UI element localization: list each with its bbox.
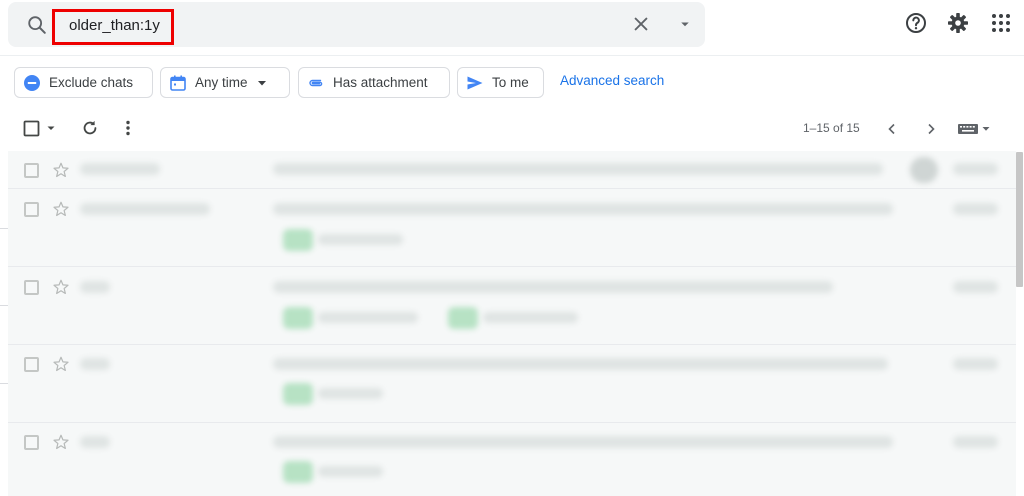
blurred-attachment-name xyxy=(318,388,383,399)
caret-down-icon xyxy=(257,80,266,85)
to-me-label: To me xyxy=(492,75,529,90)
blurred-attachment xyxy=(283,229,313,251)
search-icon[interactable] xyxy=(26,14,48,36)
blurred-attachment-name xyxy=(483,312,578,323)
blurred-sender xyxy=(80,163,160,175)
select-dropdown-icon[interactable] xyxy=(45,122,57,134)
table-row[interactable] xyxy=(8,151,1016,189)
any-time-label: Any time xyxy=(195,75,248,90)
gear-icon[interactable] xyxy=(946,11,970,35)
blurred-avatar xyxy=(910,157,938,183)
table-row[interactable] xyxy=(8,345,1016,423)
attachment-icon xyxy=(309,79,323,86)
blurred-date xyxy=(953,436,998,448)
blurred-sender xyxy=(80,203,210,215)
select-all-checkbox[interactable] xyxy=(23,120,41,138)
blurred-subject xyxy=(273,163,883,175)
scrollbar-thumb[interactable] xyxy=(1016,152,1023,287)
more-vert-icon[interactable] xyxy=(120,119,136,137)
blurred-date xyxy=(953,203,998,215)
table-row[interactable] xyxy=(8,189,1016,267)
blurred-attachment xyxy=(283,307,313,329)
has-attachment-label: Has attachment xyxy=(333,75,428,90)
exclude-chats-chip[interactable]: Exclude chats xyxy=(14,67,153,98)
left-divider xyxy=(0,228,8,229)
blurred-date xyxy=(953,281,998,293)
star-icon[interactable] xyxy=(52,355,70,373)
row-checkbox[interactable] xyxy=(24,202,39,217)
blurred-date xyxy=(953,163,998,175)
blurred-subject xyxy=(273,358,888,370)
to-me-chip[interactable]: To me xyxy=(457,67,544,98)
blurred-attachment-name xyxy=(318,466,383,477)
caret-down-icon[interactable] xyxy=(981,124,991,134)
help-icon[interactable] xyxy=(904,11,928,35)
has-attachment-chip[interactable]: Has attachment xyxy=(298,67,450,98)
star-icon[interactable] xyxy=(52,433,70,451)
row-checkbox[interactable] xyxy=(24,435,39,450)
search-bar xyxy=(8,2,705,47)
blurred-sender xyxy=(80,358,110,370)
blurred-date xyxy=(953,358,998,370)
refresh-icon[interactable] xyxy=(80,118,100,138)
close-icon[interactable] xyxy=(630,13,652,35)
advanced-search-link[interactable]: Advanced search xyxy=(560,73,664,88)
blurred-sender xyxy=(80,281,110,293)
row-checkbox[interactable] xyxy=(24,280,39,295)
send-icon xyxy=(467,76,483,89)
chevron-left-icon[interactable] xyxy=(884,121,900,137)
blurred-attachment xyxy=(283,461,313,483)
blurred-attachment xyxy=(448,307,478,329)
any-time-chip[interactable]: Any time xyxy=(160,67,290,98)
header-divider xyxy=(0,55,1024,56)
apps-grid-icon[interactable] xyxy=(989,11,1013,35)
minus-circle-icon xyxy=(24,74,40,91)
chevron-right-icon[interactable] xyxy=(923,121,939,137)
blurred-sender xyxy=(80,436,110,448)
keyboard-icon[interactable] xyxy=(957,123,979,135)
blurred-subject xyxy=(273,281,833,293)
exclude-chats-label: Exclude chats xyxy=(49,75,134,90)
blurred-attachment-name xyxy=(318,312,418,323)
pagination-text: 1–15 of 15 xyxy=(803,121,860,135)
calendar-icon xyxy=(170,75,186,91)
row-checkbox[interactable] xyxy=(24,163,39,178)
left-divider xyxy=(0,305,8,306)
blurred-attachment-name xyxy=(318,234,403,245)
blurred-subject xyxy=(273,203,893,215)
table-row[interactable] xyxy=(8,267,1016,345)
blurred-attachment xyxy=(283,383,313,405)
star-icon[interactable] xyxy=(52,278,70,296)
blurred-subject xyxy=(273,436,893,448)
row-checkbox[interactable] xyxy=(24,357,39,372)
star-icon[interactable] xyxy=(52,200,70,218)
search-input[interactable] xyxy=(63,14,463,36)
left-edge xyxy=(0,151,8,496)
caret-down-icon[interactable] xyxy=(676,15,694,33)
left-divider xyxy=(0,383,8,384)
star-icon[interactable] xyxy=(52,161,70,179)
table-row[interactable] xyxy=(8,423,1016,496)
